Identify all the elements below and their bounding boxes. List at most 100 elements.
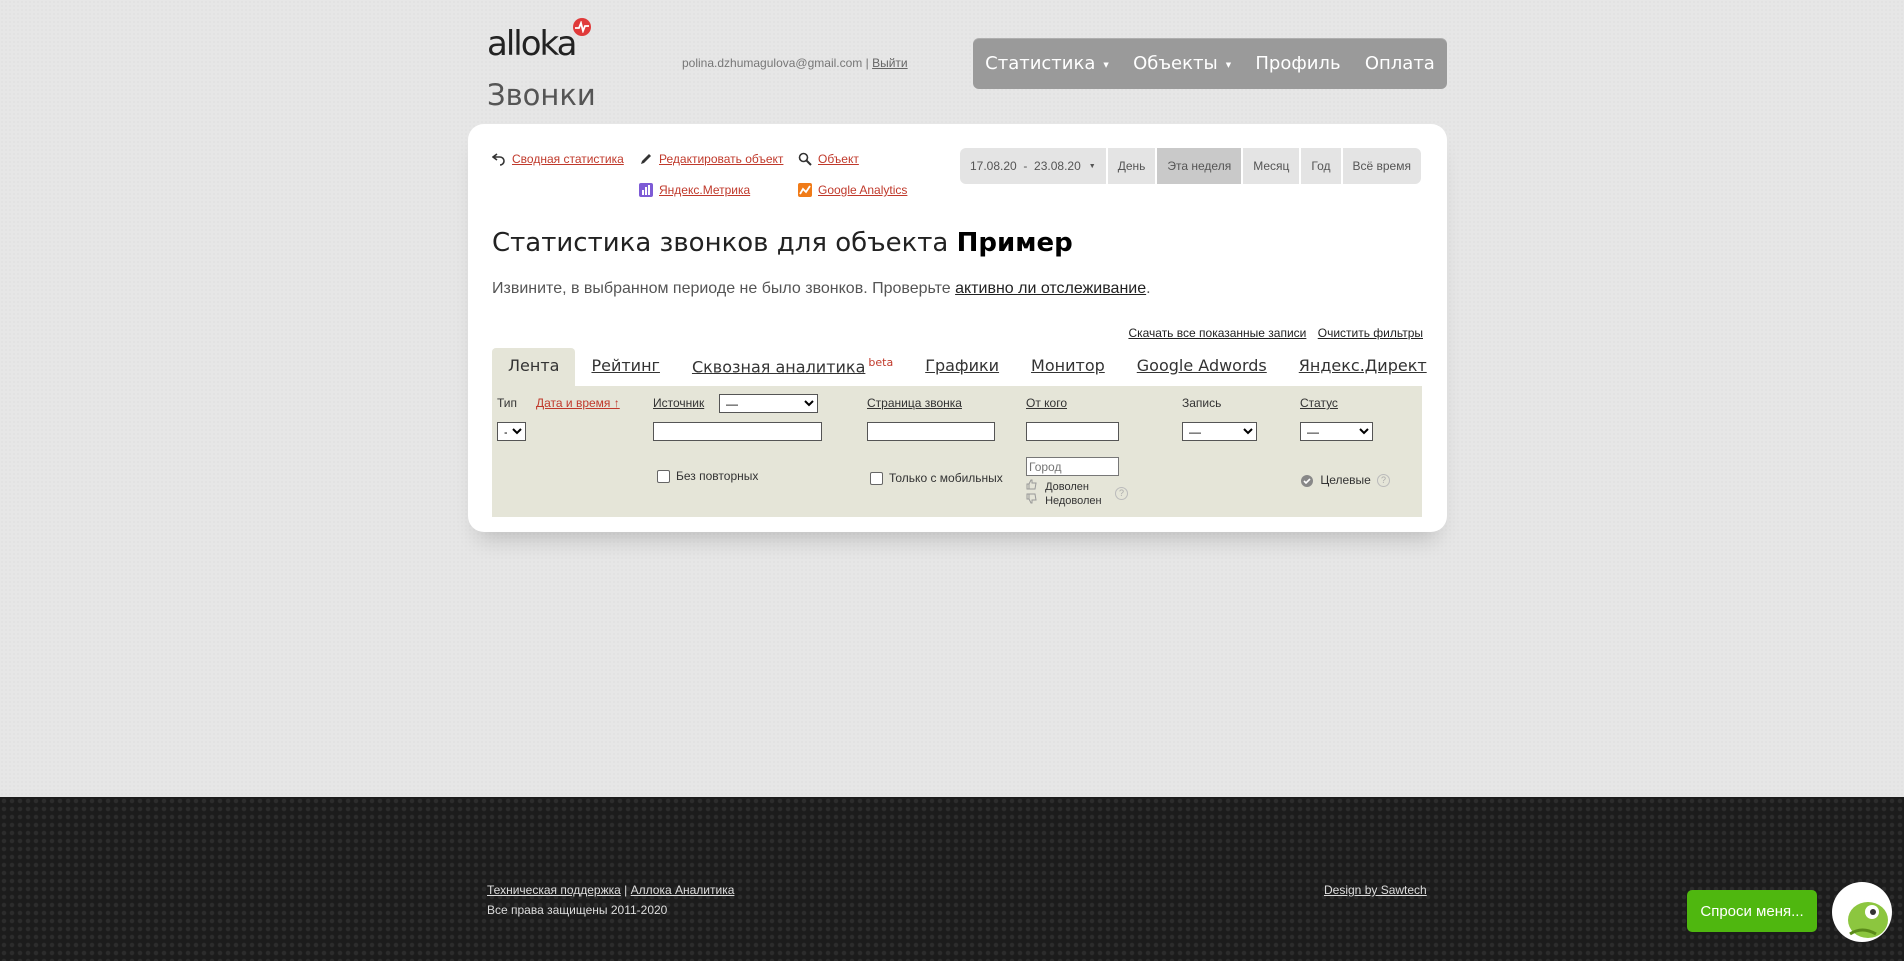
pulse-icon [573, 18, 591, 36]
summary-link-row: Сводная статистика [491, 152, 624, 166]
object-link[interactable]: Объект [818, 152, 859, 166]
clear-filters-link[interactable]: Очистить фильтры [1318, 326, 1423, 340]
no-repeats-label: Без повторных [676, 469, 759, 483]
tab-google-adwords[interactable]: Google Adwords [1121, 348, 1283, 386]
list-actions: Скачать все показанные записи Очистить ф… [1120, 326, 1423, 340]
period-this-week-button[interactable]: Эта неделя [1155, 148, 1242, 184]
user-box: polina.dzhumagulova@gmail.com | Выйти [682, 56, 908, 70]
satisfied-label: Доволен [1045, 481, 1089, 493]
targeted-option[interactable]: Целевые [1301, 473, 1371, 487]
heading-prefix: Статистика звонков для объекта [492, 228, 949, 258]
empty-period-notice: Извините, в выбранном периоде не было зв… [492, 280, 1151, 298]
record-select[interactable]: — [1182, 422, 1257, 441]
call-page-label[interactable]: Страница звонка [867, 396, 962, 410]
call-page-input[interactable] [867, 422, 995, 441]
date-range-picker[interactable]: 17.08.20 - 23.08.20 ▼ [960, 148, 1106, 184]
ask-me-button[interactable]: Спроси меня... [1687, 890, 1817, 932]
support-link[interactable]: Техническая поддержка [487, 883, 621, 897]
object-link-row: Объект [798, 152, 859, 166]
source-select[interactable]: — [719, 394, 818, 413]
source-input[interactable] [653, 422, 822, 441]
source-label[interactable]: Источник [653, 396, 704, 410]
help-icon[interactable]: ? [1115, 487, 1128, 500]
nav-objects[interactable]: Объекты ▼ [1133, 53, 1231, 74]
footer: Техническая поддержка | Аллока Аналитика… [0, 797, 1904, 961]
page-title: Звонки [487, 78, 596, 112]
robot-icon [1848, 902, 1888, 938]
tab-feed[interactable]: Лента [492, 348, 576, 386]
nav-objects-label: Объекты [1133, 53, 1218, 74]
city-input[interactable] [1026, 457, 1119, 476]
period-month-button[interactable]: Месяц [1241, 148, 1299, 184]
tabs-bar: Лента Рейтинг Сквозная аналитика beta Гра… [492, 348, 1443, 386]
nav-profile-label: Профиль [1255, 53, 1341, 74]
nav-statistics[interactable]: Статистика ▼ [985, 53, 1109, 74]
magnifier-icon [798, 152, 812, 166]
from-label[interactable]: От кого [1026, 396, 1067, 410]
type-select[interactable]: - [497, 422, 526, 441]
period-year-button[interactable]: Год [1299, 148, 1340, 184]
no-repeats-option[interactable]: Без повторных [657, 469, 759, 484]
satisfied-option[interactable]: Доволен [1026, 479, 1089, 493]
nav-profile[interactable]: Профиль [1255, 53, 1340, 74]
pencil-icon [639, 152, 653, 166]
period-day-button[interactable]: День [1105, 148, 1156, 184]
download-all-link[interactable]: Скачать все показанные записи [1128, 326, 1306, 340]
beta-badge: beta [868, 356, 894, 369]
help-icon[interactable]: ? [1377, 474, 1390, 487]
page-heading: Статистика звонков для объекта Пример [492, 228, 1073, 258]
footer-links: Техническая поддержка | Аллока Аналитика [487, 883, 734, 897]
yandex-metrika-link[interactable]: Яндекс.Метрика [659, 183, 750, 197]
status-select[interactable]: — [1300, 422, 1373, 441]
only-mobile-option[interactable]: Только с мобильных [870, 471, 1003, 486]
nav-payment[interactable]: Оплата [1365, 53, 1435, 74]
tracking-check-link[interactable]: активно ли отслеживание [955, 280, 1146, 297]
chat-bot-avatar[interactable] [1832, 882, 1892, 942]
filters-panel: Тип Дата и время ↑ Источник — Страница з… [492, 386, 1422, 517]
datetime-sort-link[interactable]: Дата и время ↑ [536, 396, 620, 410]
alloka-logo[interactable]: alloka [487, 18, 597, 64]
targeted-label: Целевые [1320, 473, 1371, 487]
edit-object-link[interactable]: Редактировать объект [659, 152, 783, 166]
unsatisfied-option[interactable]: Недоволен [1026, 493, 1102, 507]
footer-separator: | [624, 883, 628, 897]
tab-yandex-direct[interactable]: Яндекс.Директ [1283, 348, 1443, 386]
tab-charts-label: Графики [925, 356, 1000, 375]
google-analytics-link-row: Google Analytics [798, 183, 907, 197]
caret-down-icon: ▼ [1225, 60, 1232, 69]
logo-text: alloka [487, 24, 577, 64]
tab-through-analytics[interactable]: Сквозная аналитика beta [676, 348, 909, 386]
separator: | [865, 56, 869, 70]
check-circle-icon [1301, 474, 1313, 487]
tab-charts[interactable]: Графики [909, 348, 1015, 386]
logout-link[interactable]: Выйти [872, 56, 908, 70]
tab-monitor[interactable]: Монитор [1015, 348, 1121, 386]
record-label: Запись [1182, 396, 1222, 410]
nav-statistics-label: Статистика [985, 53, 1096, 74]
no-repeats-checkbox[interactable] [657, 470, 670, 484]
tab-rating[interactable]: Рейтинг [575, 348, 675, 386]
period-all-time-button[interactable]: Всё время [1340, 148, 1421, 184]
design-by-link[interactable]: Design by Sawtech [1324, 883, 1427, 897]
main-card: Сводная статистика Редактировать объект … [468, 124, 1447, 532]
summary-stats-link[interactable]: Сводная статистика [512, 152, 624, 166]
type-label: Тип [497, 396, 518, 410]
from-input[interactable] [1026, 422, 1119, 441]
google-analytics-link[interactable]: Google Analytics [818, 183, 907, 197]
yandex-metrika-icon [639, 183, 653, 197]
heading-object-name: Пример [956, 228, 1073, 258]
only-mobile-checkbox[interactable] [870, 472, 883, 486]
status-label[interactable]: Статус [1300, 396, 1338, 410]
user-email: polina.dzhumagulova@gmail.com [682, 56, 863, 70]
design-credit: Design by Sawtech [1324, 883, 1427, 897]
period-selector: 17.08.20 - 23.08.20 ▼ День Эта неделя Ме… [960, 148, 1421, 184]
yandex-metrika-link-row: Яндекс.Метрика [639, 183, 750, 197]
nav-payment-label: Оплата [1364, 53, 1435, 74]
notice-text: Извините, в выбранном периоде не было зв… [492, 280, 951, 297]
back-arrow-icon [491, 152, 506, 166]
notice-end: . [1146, 280, 1151, 297]
alloka-analytics-link[interactable]: Аллока Аналитика [631, 883, 735, 897]
only-mobile-label: Только с мобильных [889, 471, 1003, 485]
tab-monitor-label: Монитор [1031, 356, 1105, 375]
google-analytics-icon [798, 183, 812, 197]
